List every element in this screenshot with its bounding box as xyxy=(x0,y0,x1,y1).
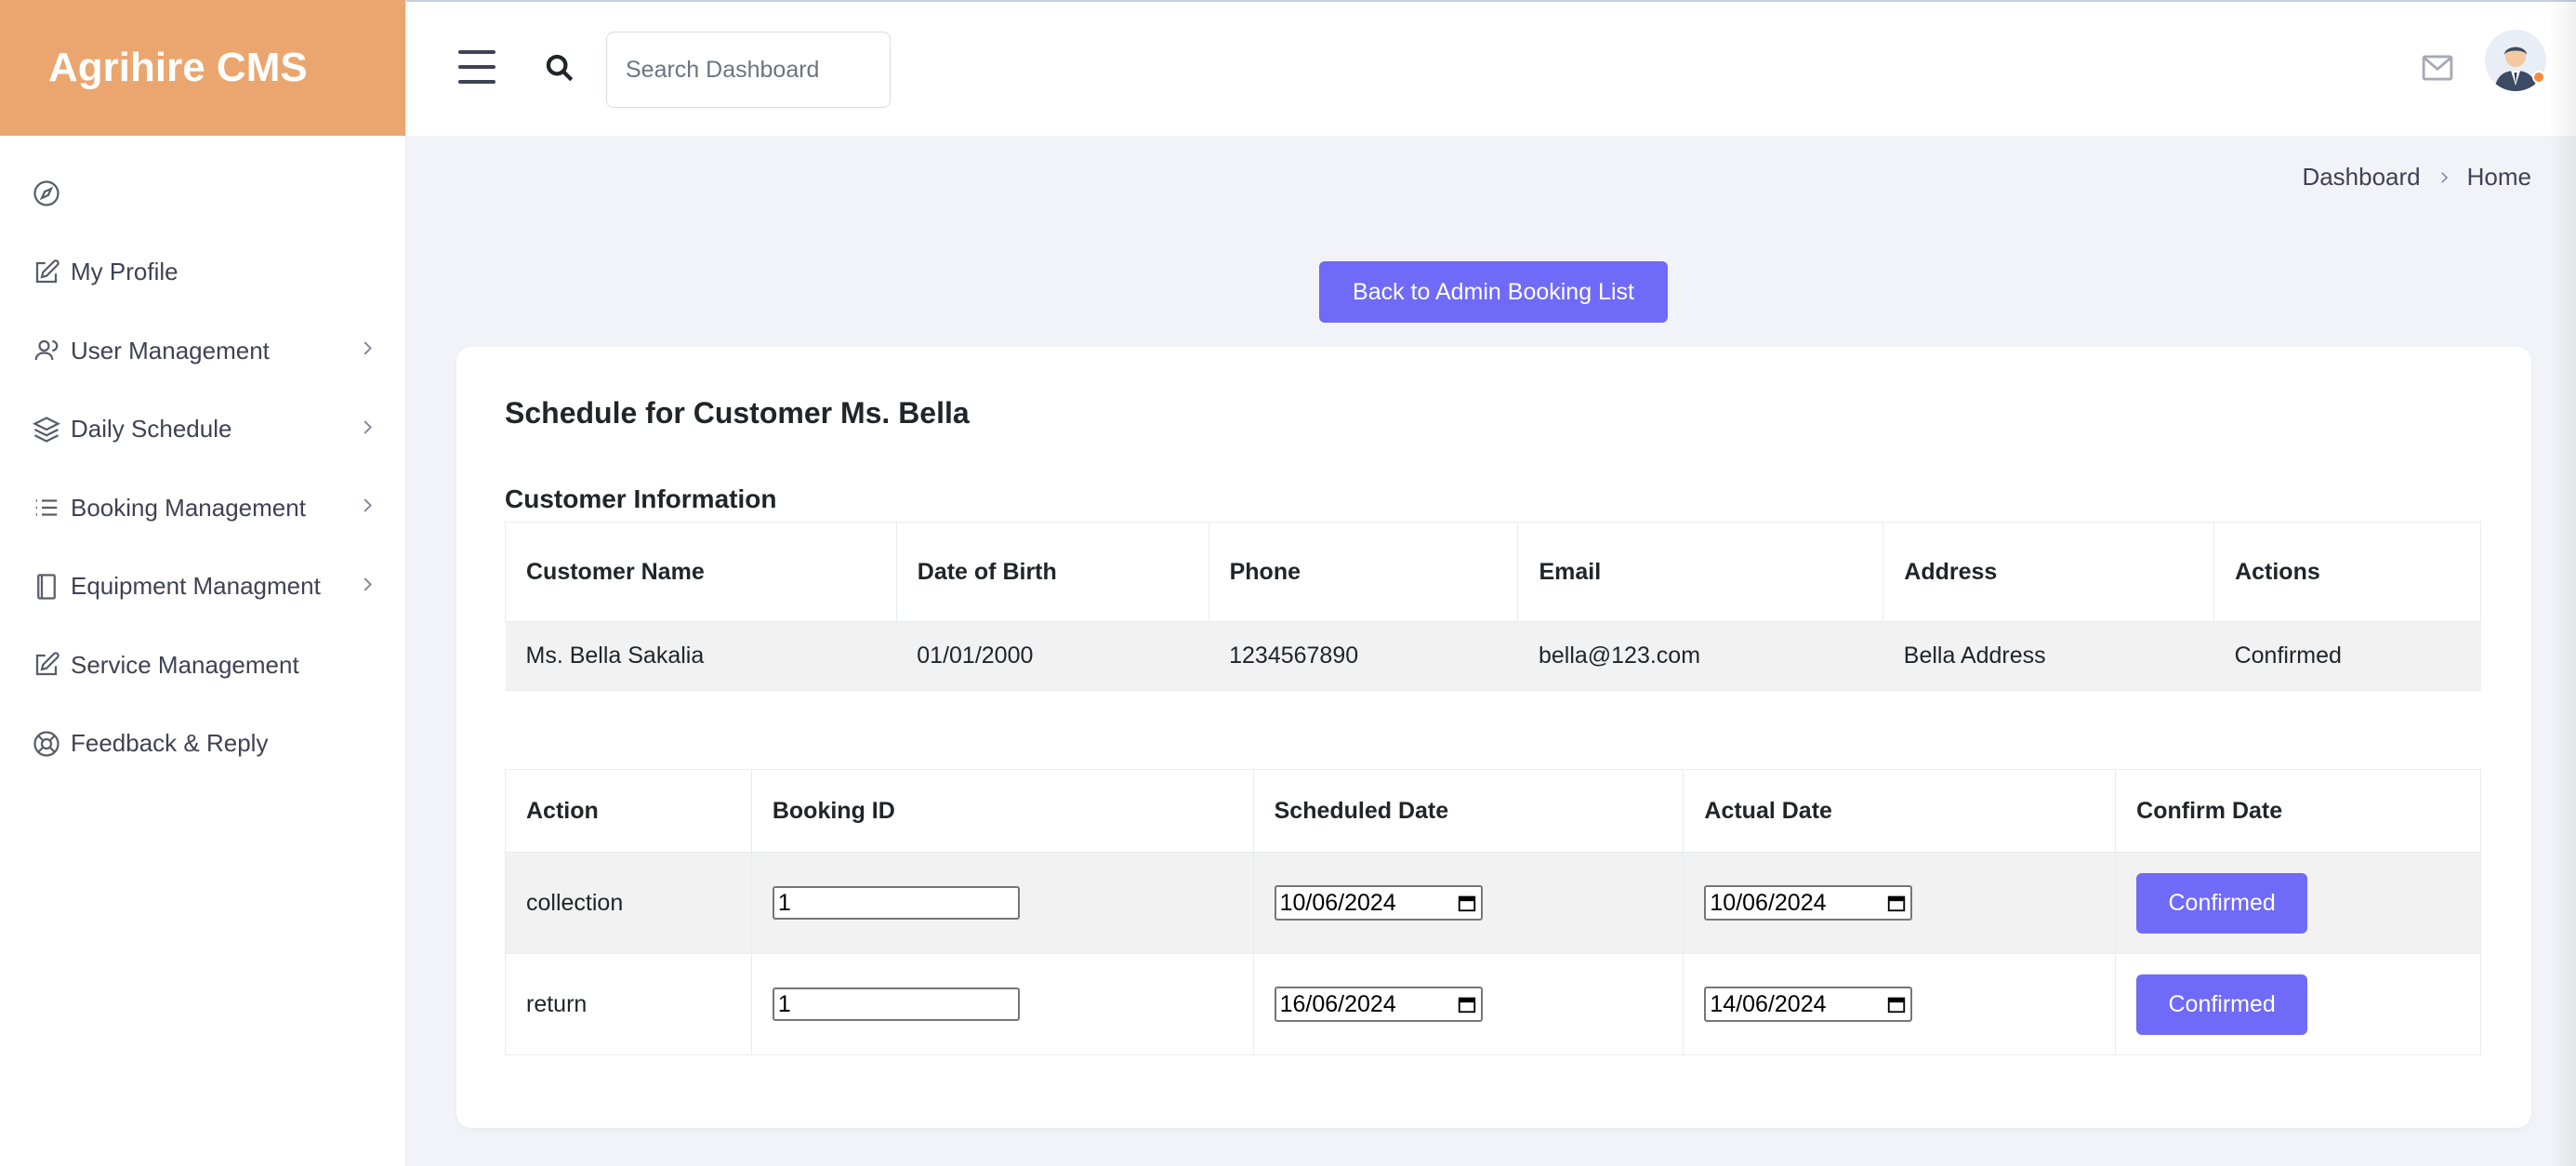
date-value: 10/06/2024 xyxy=(1710,889,1827,916)
column-header: Address xyxy=(1882,522,2215,622)
scheduled-date-cell: 10/06/2024 xyxy=(1252,852,1684,954)
column-header: Booking ID xyxy=(750,769,1254,853)
action-cell: collection xyxy=(505,852,752,954)
phone-cell: 1234567890 xyxy=(1209,621,1518,691)
actual-date-cell: 14/06/2024 xyxy=(1683,953,2117,1055)
column-header: Customer Name xyxy=(505,522,897,622)
sidebar-item-equipment-managment[interactable]: Equipment Managment xyxy=(0,548,405,627)
address-cell: Bella Address xyxy=(1882,621,2214,691)
column-header: Phone xyxy=(1208,522,1519,622)
sidebar-item-label: Equipment Managment xyxy=(71,572,321,601)
confirmed-button[interactable]: Confirmed xyxy=(2136,974,2308,1035)
back-to-admin-booking-list-button[interactable]: Back to Admin Booking List xyxy=(1319,261,1668,323)
column-header: Confirm Date xyxy=(2115,769,2481,853)
actions-cell: Confirmed xyxy=(2213,621,2481,691)
scheduled-date-cell: 16/06/2024 xyxy=(1252,953,1684,1055)
table-header-row: Action Booking ID Scheduled Date Actual … xyxy=(505,769,2481,853)
mail-icon[interactable] xyxy=(2422,54,2453,82)
customer-info-title: Customer Information xyxy=(505,484,777,513)
book-icon xyxy=(32,572,61,602)
online-status-dot xyxy=(2532,71,2545,84)
scheduled-date-input[interactable]: 10/06/2024 xyxy=(1274,885,1483,921)
column-header: Email xyxy=(1517,522,1884,622)
sidebar-item-daily-schedule[interactable]: Daily Schedule xyxy=(0,391,405,470)
list-icon xyxy=(32,493,61,523)
table-row: return 16/06/2024 14/06/2024 xyxy=(505,953,2481,1055)
table-row: collection 10/06/2024 10/06/2024 xyxy=(505,852,2481,954)
sidebar-item-label: User Management xyxy=(71,336,270,364)
customer-info-table: Customer Name Date of Birth Phone Email … xyxy=(505,522,2481,691)
actual-date-cell: 10/06/2024 xyxy=(1683,852,2117,954)
sidebar-item-my-profile[interactable]: My Profile xyxy=(0,233,405,312)
top-header xyxy=(406,0,2576,136)
breadcrumb: Dashboard Home xyxy=(2302,163,2531,192)
calendar-icon[interactable] xyxy=(1886,893,1907,913)
sidebar-nav: My Profile User Management Daily Schedul… xyxy=(0,136,405,783)
schedule-table: Action Booking ID Scheduled Date Actual … xyxy=(505,769,2481,1055)
sidebar-item-label: My Profile xyxy=(71,258,178,286)
confirm-date-cell: Confirmed xyxy=(2115,953,2481,1055)
sidebar-item-label: Service Management xyxy=(71,650,299,679)
actual-date-input[interactable]: 14/06/2024 xyxy=(1704,987,1913,1022)
booking-id-input[interactable] xyxy=(772,987,1020,1021)
column-header: Actual Date xyxy=(1683,769,2117,853)
user-icon xyxy=(32,336,61,365)
sidebar-item-feedback-reply[interactable]: Feedback & Reply xyxy=(0,705,405,784)
search-icon[interactable] xyxy=(544,52,575,84)
sidebar-item-label: Feedback & Reply xyxy=(71,729,269,758)
sidebar-item-dashboard[interactable] xyxy=(0,154,405,233)
breadcrumb-item-dashboard[interactable]: Dashboard xyxy=(2302,163,2420,192)
chevron-right-icon xyxy=(357,572,377,601)
lifebuoy-icon xyxy=(32,729,61,759)
chevron-right-icon xyxy=(2436,169,2452,186)
chevron-right-icon xyxy=(357,337,377,365)
chevron-right-icon xyxy=(357,415,377,444)
calendar-icon[interactable] xyxy=(1457,893,1477,913)
chevron-right-icon xyxy=(357,494,377,523)
sidebar-item-booking-management[interactable]: Booking Management xyxy=(0,469,405,548)
column-header: Action xyxy=(505,769,752,853)
calendar-icon[interactable] xyxy=(1886,994,1907,1014)
scheduled-date-input[interactable]: 16/06/2024 xyxy=(1274,987,1483,1022)
actual-date-input[interactable]: 10/06/2024 xyxy=(1704,885,1913,921)
window-edge-shade xyxy=(2548,0,2576,1166)
search-input[interactable] xyxy=(606,32,891,108)
breadcrumb-item-home: Home xyxy=(2466,163,2531,191)
booking-id-cell xyxy=(750,953,1254,1055)
confirmed-button[interactable]: Confirmed xyxy=(2136,872,2308,934)
sidebar-item-service-management[interactable]: Service Management xyxy=(0,626,405,705)
table-row: Ms. Bella Sakalia 01/01/2000 1234567890 … xyxy=(505,621,2481,691)
schedule-card: Schedule for Customer Ms. Bella Customer… xyxy=(456,347,2531,1128)
brand-title: Agrihire CMS xyxy=(48,45,308,90)
date-value: 14/06/2024 xyxy=(1710,990,1827,1017)
date-value: 16/06/2024 xyxy=(1279,990,1396,1017)
sidebar-item-label: Booking Management xyxy=(71,493,306,522)
email-cell: bella@123.com xyxy=(1517,621,1883,691)
card-title: Schedule for Customer Ms. Bella xyxy=(505,396,970,430)
action-cell: return xyxy=(505,953,752,1055)
column-header: Scheduled Date xyxy=(1252,769,1684,853)
sidebar: Agrihire CMS My Profile User Management xyxy=(0,0,406,1166)
menu-icon[interactable] xyxy=(458,50,495,84)
edit-icon xyxy=(32,258,61,287)
sidebar-item-user-management[interactable]: User Management xyxy=(0,311,405,391)
compass-icon xyxy=(32,179,61,208)
calendar-icon[interactable] xyxy=(1457,994,1477,1014)
brand-header[interactable]: Agrihire CMS xyxy=(0,0,405,136)
booking-id-cell xyxy=(750,852,1254,954)
layers-icon xyxy=(32,415,61,444)
column-header: Date of Birth xyxy=(895,522,1209,622)
date-value: 10/06/2024 xyxy=(1279,889,1396,916)
column-header: Actions xyxy=(2213,522,2481,622)
booking-id-input[interactable] xyxy=(772,886,1020,920)
table-header-row: Customer Name Date of Birth Phone Email … xyxy=(505,522,2481,622)
edit-icon xyxy=(32,650,61,680)
sidebar-item-label: Daily Schedule xyxy=(71,415,232,444)
dob-cell: 01/01/2000 xyxy=(896,621,1209,691)
confirm-date-cell: Confirmed xyxy=(2115,852,2481,954)
customer-name-cell: Ms. Bella Sakalia xyxy=(505,621,897,691)
